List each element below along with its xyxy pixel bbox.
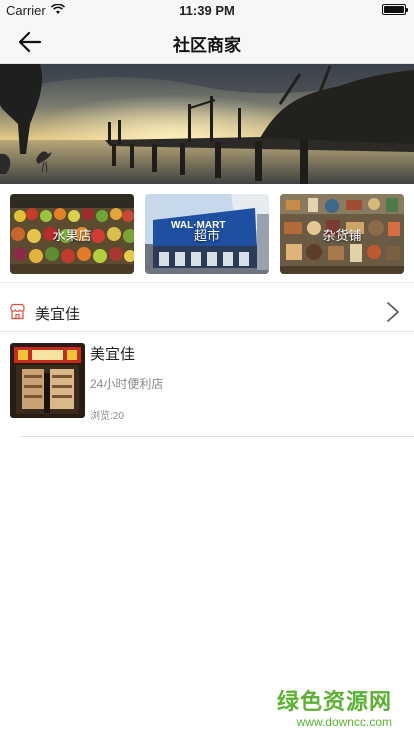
banner-image[interactable] <box>0 64 414 184</box>
list-divider <box>20 436 414 437</box>
screen: Carrier 11:39 PM 社区商家 水果店 WAL·MART 超市 杂货… <box>0 0 414 736</box>
battery-icon <box>382 4 408 15</box>
store-thumbnail <box>10 343 85 418</box>
nav-bar: 社区商家 <box>0 20 414 64</box>
page-title: 社区商家 <box>173 36 241 55</box>
store-list-item[interactable]: 美宜佳 24小时便利店 浏览:20 <box>0 333 414 437</box>
category-label: 水果店 <box>52 228 92 243</box>
category-label: 超市 <box>193 228 220 243</box>
store-section-header[interactable]: 美宜佳 <box>0 292 414 332</box>
store-description: 24小时便利店 <box>90 377 164 391</box>
category-list: 水果店 WAL·MART 超市 杂货铺 <box>10 194 404 274</box>
status-time: 11:39 PM <box>179 3 235 18</box>
category-supermarket[interactable]: WAL·MART 超市 <box>145 194 269 274</box>
watermark-text: 绿色资源网 <box>276 689 392 714</box>
watermark: 绿色资源网 www.downcc.com <box>277 684 392 729</box>
category-grocery[interactable]: 杂货铺 <box>280 194 404 274</box>
section-divider <box>0 282 414 283</box>
store-icon <box>9 303 26 320</box>
store-name: 美宜佳 <box>90 346 136 363</box>
category-fruit-store[interactable]: 水果店 <box>10 194 134 274</box>
category-label: 杂货铺 <box>322 228 362 243</box>
status-bar: Carrier 11:39 PM <box>0 0 414 20</box>
watermark-url: www.downcc.com <box>296 715 392 729</box>
store-view-count: 浏览:20 <box>90 411 124 422</box>
chevron-right-icon <box>386 301 400 323</box>
store-section-title: 美宜佳 <box>35 306 81 323</box>
